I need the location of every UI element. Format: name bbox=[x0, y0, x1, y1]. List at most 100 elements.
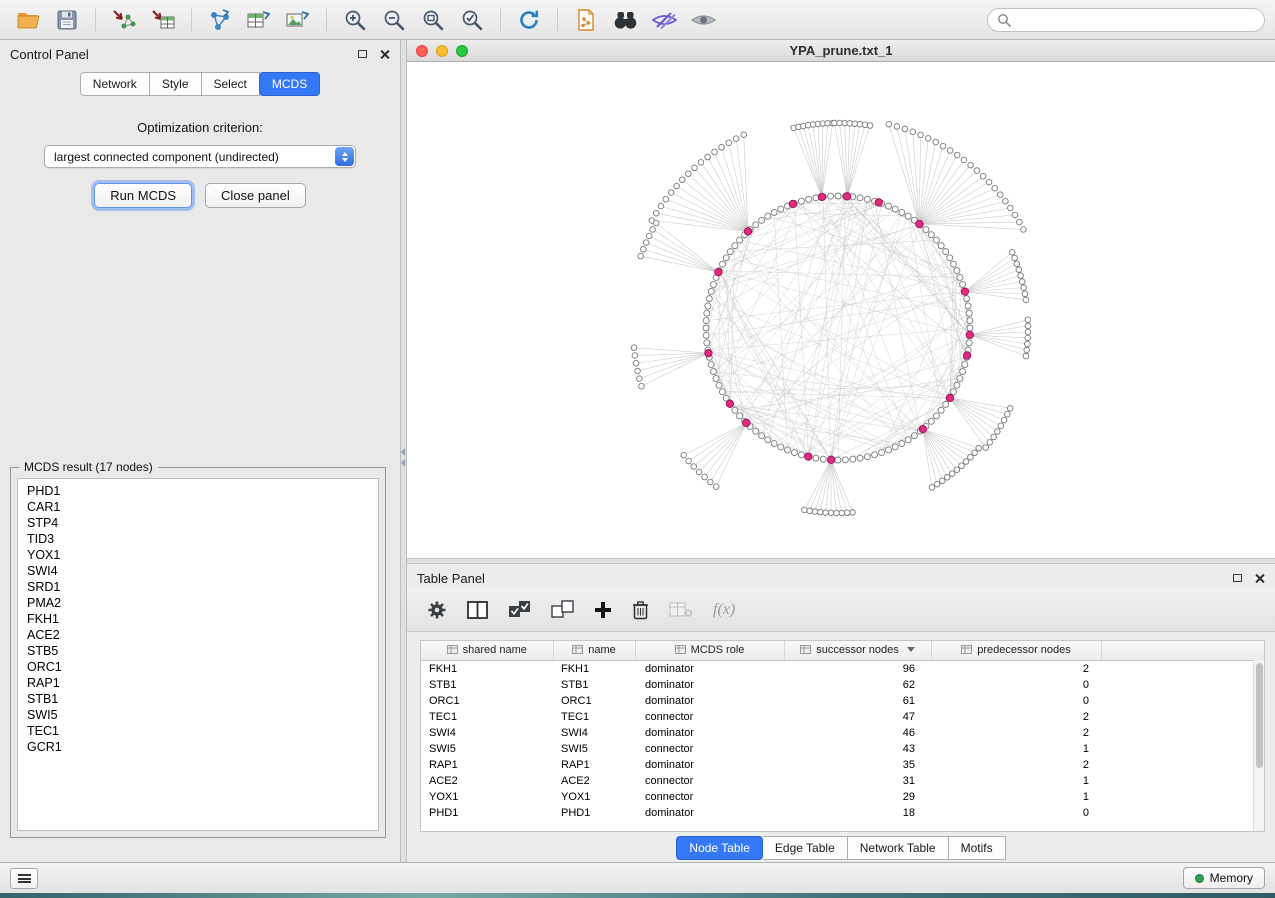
graph-node[interactable] bbox=[631, 345, 637, 351]
graph-node[interactable] bbox=[708, 362, 714, 368]
graph-hub-node[interactable] bbox=[919, 425, 926, 432]
graph-node[interactable] bbox=[1023, 353, 1029, 359]
graph-node[interactable] bbox=[834, 510, 840, 516]
graph-node[interactable] bbox=[959, 463, 965, 469]
mcds-result-item[interactable]: TEC1 bbox=[18, 723, 378, 739]
import-table-button[interactable] bbox=[145, 4, 181, 36]
graph-node[interactable] bbox=[929, 485, 935, 491]
graph-node[interactable] bbox=[960, 369, 966, 375]
graph-node[interactable] bbox=[944, 474, 950, 480]
import-network-button[interactable] bbox=[106, 4, 142, 36]
deselect-all-button[interactable] bbox=[551, 595, 574, 625]
table-row[interactable]: YOX1YOX1connector291 bbox=[421, 789, 1264, 805]
graph-node[interactable] bbox=[753, 222, 759, 228]
graph-node[interactable] bbox=[719, 261, 725, 267]
column-header-mcds-role[interactable]: MCDS role bbox=[635, 641, 784, 660]
graph-node[interactable] bbox=[812, 509, 818, 515]
graph-node[interactable] bbox=[892, 206, 898, 212]
graph-node[interactable] bbox=[864, 196, 870, 202]
graph-node[interactable] bbox=[741, 132, 747, 138]
graph-hub-node[interactable] bbox=[875, 199, 882, 206]
column-header-predecessor-nodes[interactable]: predecessor nodes bbox=[931, 641, 1101, 660]
graph-node[interactable] bbox=[732, 407, 738, 413]
graph-node[interactable] bbox=[928, 232, 934, 238]
graph-node[interactable] bbox=[998, 423, 1004, 429]
graph-node[interactable] bbox=[727, 249, 733, 255]
add-row-button[interactable] bbox=[594, 595, 612, 625]
graph-node[interactable] bbox=[918, 132, 924, 138]
graph-node[interactable] bbox=[1007, 405, 1013, 411]
export-table-button[interactable] bbox=[241, 4, 277, 36]
graph-node[interactable] bbox=[894, 124, 900, 130]
graph-node[interactable] bbox=[704, 310, 710, 316]
graph-node[interactable] bbox=[842, 457, 848, 463]
graph-node[interactable] bbox=[947, 255, 953, 261]
graph-node[interactable] bbox=[710, 281, 716, 287]
graph-node[interactable] bbox=[708, 288, 714, 294]
mcds-result-item[interactable]: PHD1 bbox=[18, 483, 378, 499]
graph-node[interactable] bbox=[987, 440, 993, 446]
graph-node[interactable] bbox=[928, 418, 934, 424]
graph-node[interactable] bbox=[791, 450, 797, 456]
graph-node[interactable] bbox=[820, 456, 826, 462]
graph-node[interactable] bbox=[705, 154, 711, 160]
graph-node[interactable] bbox=[947, 148, 953, 154]
graph-node[interactable] bbox=[951, 261, 957, 267]
graph-node[interactable] bbox=[963, 459, 969, 465]
graph-node[interactable] bbox=[923, 227, 929, 233]
graph-node[interactable] bbox=[1025, 317, 1031, 323]
mcds-result-item[interactable]: ORC1 bbox=[18, 659, 378, 675]
graph-node[interactable] bbox=[934, 481, 940, 487]
delete-row-button[interactable] bbox=[632, 595, 649, 625]
graph-node[interactable] bbox=[1009, 249, 1015, 255]
graph-node[interactable] bbox=[995, 429, 1001, 435]
graph-node[interactable] bbox=[1001, 417, 1007, 423]
graph-node[interactable] bbox=[939, 478, 945, 484]
graph-node[interactable] bbox=[886, 447, 892, 453]
graph-node[interactable] bbox=[886, 203, 892, 209]
table-row[interactable]: SWI4SWI4dominator462 bbox=[421, 725, 1264, 741]
graph-node[interactable] bbox=[962, 362, 968, 368]
graph-node[interactable] bbox=[1014, 261, 1020, 267]
graph-node[interactable] bbox=[686, 458, 692, 464]
graph-node[interactable] bbox=[1008, 205, 1014, 211]
graph-node[interactable] bbox=[807, 508, 813, 514]
graph-node[interactable] bbox=[961, 157, 967, 163]
graph-node[interactable] bbox=[653, 210, 659, 216]
graph-node[interactable] bbox=[806, 196, 812, 202]
graph-node[interactable] bbox=[765, 437, 771, 443]
network-graph[interactable] bbox=[407, 62, 1275, 558]
graph-node[interactable] bbox=[668, 190, 674, 196]
float-panel-icon[interactable] bbox=[358, 50, 367, 58]
graph-node[interactable] bbox=[708, 479, 714, 485]
graph-node[interactable] bbox=[778, 444, 784, 450]
mcds-result-item[interactable]: YOX1 bbox=[18, 547, 378, 563]
graph-node[interactable] bbox=[960, 281, 966, 287]
network-window-titlebar[interactable]: YPA_prune.txt_1 bbox=[407, 40, 1275, 62]
close-panel-icon[interactable] bbox=[379, 49, 390, 60]
graph-node[interactable] bbox=[1024, 347, 1030, 353]
graph-node[interactable] bbox=[905, 213, 911, 219]
table-row[interactable]: PHD1PHD1dominator180 bbox=[421, 805, 1264, 821]
mcds-result-item[interactable]: PMA2 bbox=[18, 595, 378, 611]
graph-node[interactable] bbox=[692, 165, 698, 171]
show-columns-button[interactable] bbox=[467, 595, 488, 625]
tab-motifs[interactable]: Motifs bbox=[949, 836, 1006, 860]
graph-node[interactable] bbox=[1025, 323, 1031, 329]
criterion-select[interactable]: largest connected component (undirected) bbox=[44, 145, 356, 168]
graph-node[interactable] bbox=[702, 474, 708, 480]
graph-node[interactable] bbox=[716, 382, 722, 388]
graph-node[interactable] bbox=[835, 457, 841, 463]
mcds-result-item[interactable]: GCR1 bbox=[18, 739, 378, 755]
graph-node[interactable] bbox=[635, 368, 641, 374]
graph-hub-node[interactable] bbox=[743, 419, 750, 426]
graph-node[interactable] bbox=[703, 318, 709, 324]
graph-node[interactable] bbox=[867, 123, 873, 129]
mcds-result-item[interactable]: STP4 bbox=[18, 515, 378, 531]
mcds-result-item[interactable]: SRD1 bbox=[18, 579, 378, 595]
tab-mcds[interactable]: MCDS bbox=[259, 72, 320, 96]
graph-node[interactable] bbox=[828, 193, 834, 199]
graph-node[interactable] bbox=[691, 464, 697, 470]
close-table-panel-icon[interactable] bbox=[1254, 573, 1265, 584]
table-row[interactable]: RAP1RAP1dominator352 bbox=[421, 757, 1264, 773]
